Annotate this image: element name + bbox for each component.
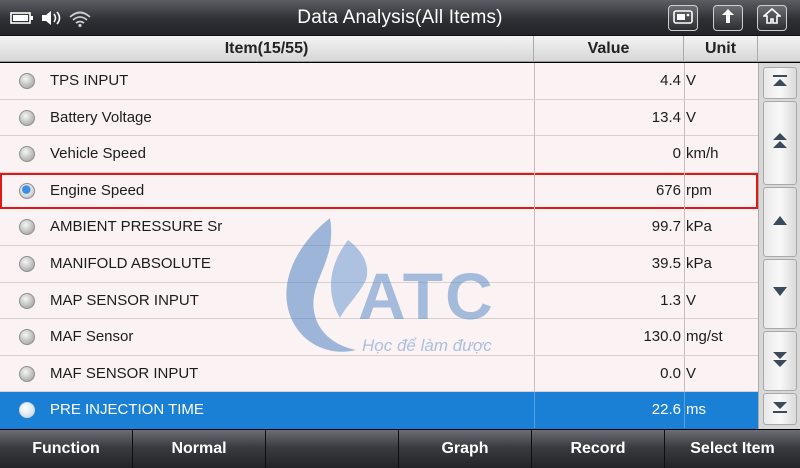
line-down-icon bbox=[770, 285, 790, 304]
divider bbox=[684, 172, 685, 209]
item-name: PRE INJECTION TIME bbox=[50, 401, 204, 419]
table-row[interactable]: MAP SENSOR INPUT 1.3 V bbox=[0, 282, 758, 320]
table-row[interactable]: MAF SENSOR INPUT 0.0 V bbox=[0, 355, 758, 393]
item-value: 99.7 bbox=[651, 218, 681, 236]
item-name: Vehicle Speed bbox=[50, 145, 146, 163]
empty-toolbar-button[interactable] bbox=[266, 430, 399, 468]
scroll-bottom-icon bbox=[770, 399, 790, 420]
radio-icon[interactable] bbox=[19, 329, 35, 346]
line-up-icon bbox=[770, 213, 790, 232]
table-row[interactable]: MANIFOLD ABSOLUTE 39.5 kPa bbox=[0, 246, 758, 283]
table-row-selected[interactable]: Engine Speed 676 rpm bbox=[0, 172, 758, 210]
title-bar: Data Analysis(All Items) bbox=[0, 0, 800, 36]
divider bbox=[684, 282, 685, 319]
radio-icon[interactable] bbox=[19, 292, 35, 309]
radio-icon[interactable] bbox=[19, 109, 35, 126]
divider bbox=[684, 136, 685, 173]
back-button[interactable] bbox=[713, 5, 743, 31]
radio-icon[interactable] bbox=[19, 219, 35, 236]
item-unit: V bbox=[686, 72, 697, 89]
item-value: 1.3 bbox=[660, 291, 681, 309]
divider bbox=[684, 392, 685, 429]
bottom-toolbar: Function Normal Graph Record Select Item bbox=[0, 430, 800, 468]
graph-button[interactable]: Graph bbox=[399, 430, 532, 468]
divider bbox=[684, 246, 685, 282]
item-value: 39.5 bbox=[651, 255, 681, 272]
item-name: MAF Sensor bbox=[50, 328, 134, 346]
item-unit: kPa bbox=[686, 218, 712, 236]
scrollbar[interactable] bbox=[758, 63, 800, 429]
scroll-up-button[interactable] bbox=[763, 187, 797, 257]
divider bbox=[684, 63, 685, 99]
radio-icon[interactable] bbox=[19, 365, 35, 382]
column-header: Item(15/55) Value Unit bbox=[0, 36, 800, 62]
item-value: 4.4 bbox=[660, 72, 681, 89]
scroll-down-button[interactable] bbox=[763, 259, 797, 329]
item-unit: kPa bbox=[686, 255, 712, 272]
radio-icon[interactable] bbox=[19, 146, 35, 163]
select-item-button[interactable]: Select Item bbox=[665, 430, 800, 468]
home-button[interactable] bbox=[757, 5, 787, 31]
divider bbox=[684, 99, 685, 136]
item-unit: V bbox=[686, 108, 697, 126]
home-icon bbox=[761, 7, 783, 30]
screenshot-button[interactable] bbox=[668, 5, 698, 31]
item-name: AMBIENT PRESSURE Sr bbox=[50, 218, 223, 236]
item-unit: mg/st bbox=[686, 328, 723, 346]
item-name: TPS INPUT bbox=[50, 72, 129, 89]
back-icon bbox=[719, 7, 737, 30]
page-up-button[interactable] bbox=[763, 101, 797, 185]
divider bbox=[684, 355, 685, 392]
table-row[interactable]: Vehicle Speed 0 km/h bbox=[0, 136, 758, 173]
scroll-top-icon bbox=[770, 73, 790, 94]
scroll-top-button[interactable] bbox=[763, 67, 797, 99]
table-row[interactable]: TPS INPUT 4.4 V bbox=[0, 63, 758, 100]
radio-icon[interactable] bbox=[19, 73, 35, 89]
data-list: TPS INPUT 4.4 V Battery Voltage 13.4 V V… bbox=[0, 63, 758, 429]
function-button[interactable]: Function bbox=[0, 430, 133, 468]
page-down-button[interactable] bbox=[763, 331, 797, 391]
item-name: MAF SENSOR INPUT bbox=[50, 364, 199, 382]
item-value: 0.0 bbox=[660, 364, 681, 382]
item-unit: km/h bbox=[686, 145, 719, 163]
table-row[interactable]: Battery Voltage 13.4 V bbox=[0, 99, 758, 137]
divider bbox=[684, 319, 685, 356]
normal-button[interactable]: Normal bbox=[133, 430, 266, 468]
item-name: Battery Voltage bbox=[50, 108, 152, 126]
item-value: 676 bbox=[655, 181, 681, 199]
header-item: Item(15/55) bbox=[0, 36, 534, 62]
screenshot-icon bbox=[673, 8, 693, 29]
item-value: 13.4 bbox=[651, 108, 681, 126]
record-button[interactable]: Record bbox=[532, 430, 665, 468]
header-spacer bbox=[758, 36, 800, 62]
item-name: Engine Speed bbox=[50, 181, 145, 199]
table-row-highlighted[interactable]: PRE INJECTION TIME 22.6 ms bbox=[0, 392, 758, 429]
item-unit: rpm bbox=[686, 181, 712, 199]
item-name: MAP SENSOR INPUT bbox=[50, 291, 199, 309]
scroll-bottom-button[interactable] bbox=[763, 393, 797, 425]
page-down-icon bbox=[770, 349, 790, 374]
page-up-icon bbox=[770, 131, 790, 156]
radio-icon[interactable] bbox=[19, 256, 35, 272]
header-value: Value bbox=[534, 36, 684, 62]
item-unit: ms bbox=[686, 401, 706, 419]
table-row[interactable]: AMBIENT PRESSURE Sr 99.7 kPa bbox=[0, 209, 758, 246]
item-unit: V bbox=[686, 291, 697, 309]
item-value: 130.0 bbox=[643, 328, 681, 346]
table-row[interactable]: MAF Sensor 130.0 mg/st bbox=[0, 319, 758, 356]
divider bbox=[684, 209, 685, 246]
header-unit: Unit bbox=[684, 36, 758, 62]
item-value: 22.6 bbox=[651, 401, 681, 419]
radio-checked-icon[interactable] bbox=[19, 182, 35, 199]
radio-icon[interactable] bbox=[19, 402, 35, 419]
item-name: MANIFOLD ABSOLUTE bbox=[50, 255, 211, 272]
item-unit: V bbox=[686, 364, 697, 382]
item-value: 0 bbox=[672, 145, 681, 163]
